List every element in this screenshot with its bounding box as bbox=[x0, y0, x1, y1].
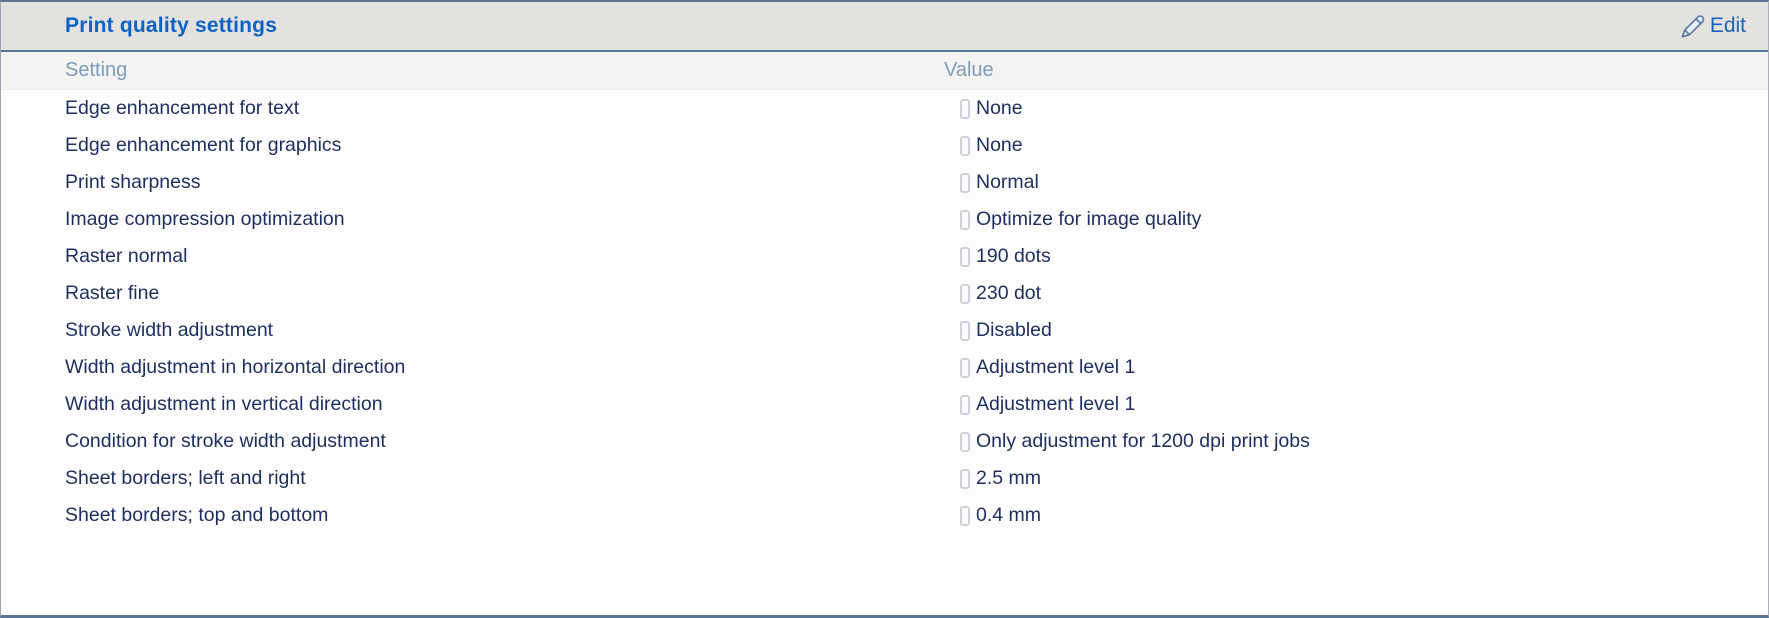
table-row: Edge enhancement for text None bbox=[1, 90, 1768, 127]
setting-label: Width adjustment in horizontal direction bbox=[65, 349, 405, 386]
settings-table: Edge enhancement for text None Edge enha… bbox=[1, 90, 1768, 534]
setting-value: Normal bbox=[960, 164, 1039, 201]
setting-label: Sheet borders; top and bottom bbox=[65, 497, 328, 534]
setting-value: 230 dot bbox=[960, 275, 1041, 312]
setting-label: Raster fine bbox=[65, 275, 159, 312]
column-header-value: Value bbox=[944, 52, 994, 89]
placeholder-box-icon bbox=[960, 247, 970, 267]
setting-label: Condition for stroke width adjustment bbox=[65, 423, 386, 460]
table-row: Edge enhancement for graphics None bbox=[1, 127, 1768, 164]
placeholder-box-icon bbox=[960, 284, 970, 304]
table-row: Condition for stroke width adjustment On… bbox=[1, 423, 1768, 460]
print-quality-settings-panel: Print quality settings Edit Setting Valu… bbox=[0, 0, 1769, 618]
panel-header: Print quality settings Edit bbox=[1, 2, 1768, 52]
setting-value: Optimize for image quality bbox=[960, 201, 1201, 238]
placeholder-box-icon bbox=[960, 395, 970, 415]
setting-value: Adjustment level 1 bbox=[960, 386, 1135, 423]
pencil-icon bbox=[1679, 13, 1706, 40]
setting-label: Raster normal bbox=[65, 238, 187, 275]
table-row: Width adjustment in vertical direction A… bbox=[1, 386, 1768, 423]
setting-label: Edge enhancement for text bbox=[65, 90, 299, 127]
column-header-setting: Setting bbox=[65, 52, 127, 89]
setting-label: Sheet borders; left and right bbox=[65, 460, 306, 497]
placeholder-box-icon bbox=[960, 136, 970, 156]
placeholder-box-icon bbox=[960, 210, 970, 230]
placeholder-box-icon bbox=[960, 358, 970, 378]
placeholder-box-icon bbox=[960, 432, 970, 452]
setting-label: Edge enhancement for graphics bbox=[65, 127, 341, 164]
setting-value: Adjustment level 1 bbox=[960, 349, 1135, 386]
table-row: Print sharpness Normal bbox=[1, 164, 1768, 201]
placeholder-box-icon bbox=[960, 99, 970, 119]
placeholder-box-icon bbox=[960, 506, 970, 526]
edit-button[interactable]: Edit bbox=[1679, 13, 1746, 40]
placeholder-box-icon bbox=[960, 469, 970, 489]
table-column-header: Setting Value bbox=[1, 52, 1768, 90]
placeholder-box-icon bbox=[960, 173, 970, 193]
table-row: Width adjustment in horizontal direction… bbox=[1, 349, 1768, 386]
table-row: Raster normal 190 dots bbox=[1, 238, 1768, 275]
setting-value: None bbox=[960, 90, 1023, 127]
setting-value: 190 dots bbox=[960, 238, 1051, 275]
placeholder-box-icon bbox=[960, 321, 970, 341]
setting-value: Disabled bbox=[960, 312, 1052, 349]
table-row: Sheet borders; top and bottom 0.4 mm bbox=[1, 497, 1768, 534]
table-row: Stroke width adjustment Disabled bbox=[1, 312, 1768, 349]
table-row: Raster fine 230 dot bbox=[1, 275, 1768, 312]
setting-value: None bbox=[960, 127, 1023, 164]
setting-value: Only adjustment for 1200 dpi print jobs bbox=[960, 423, 1310, 460]
edit-button-label: Edit bbox=[1710, 14, 1746, 38]
setting-label: Print sharpness bbox=[65, 164, 200, 201]
setting-label: Stroke width adjustment bbox=[65, 312, 273, 349]
setting-label: Width adjustment in vertical direction bbox=[65, 386, 383, 423]
setting-label: Image compression optimization bbox=[65, 201, 345, 238]
setting-value: 2.5 mm bbox=[960, 460, 1041, 497]
table-row: Image compression optimization Optimize … bbox=[1, 201, 1768, 238]
table-row: Sheet borders; left and right 2.5 mm bbox=[1, 460, 1768, 497]
setting-value: 0.4 mm bbox=[960, 497, 1041, 534]
page-title: Print quality settings bbox=[65, 14, 277, 38]
